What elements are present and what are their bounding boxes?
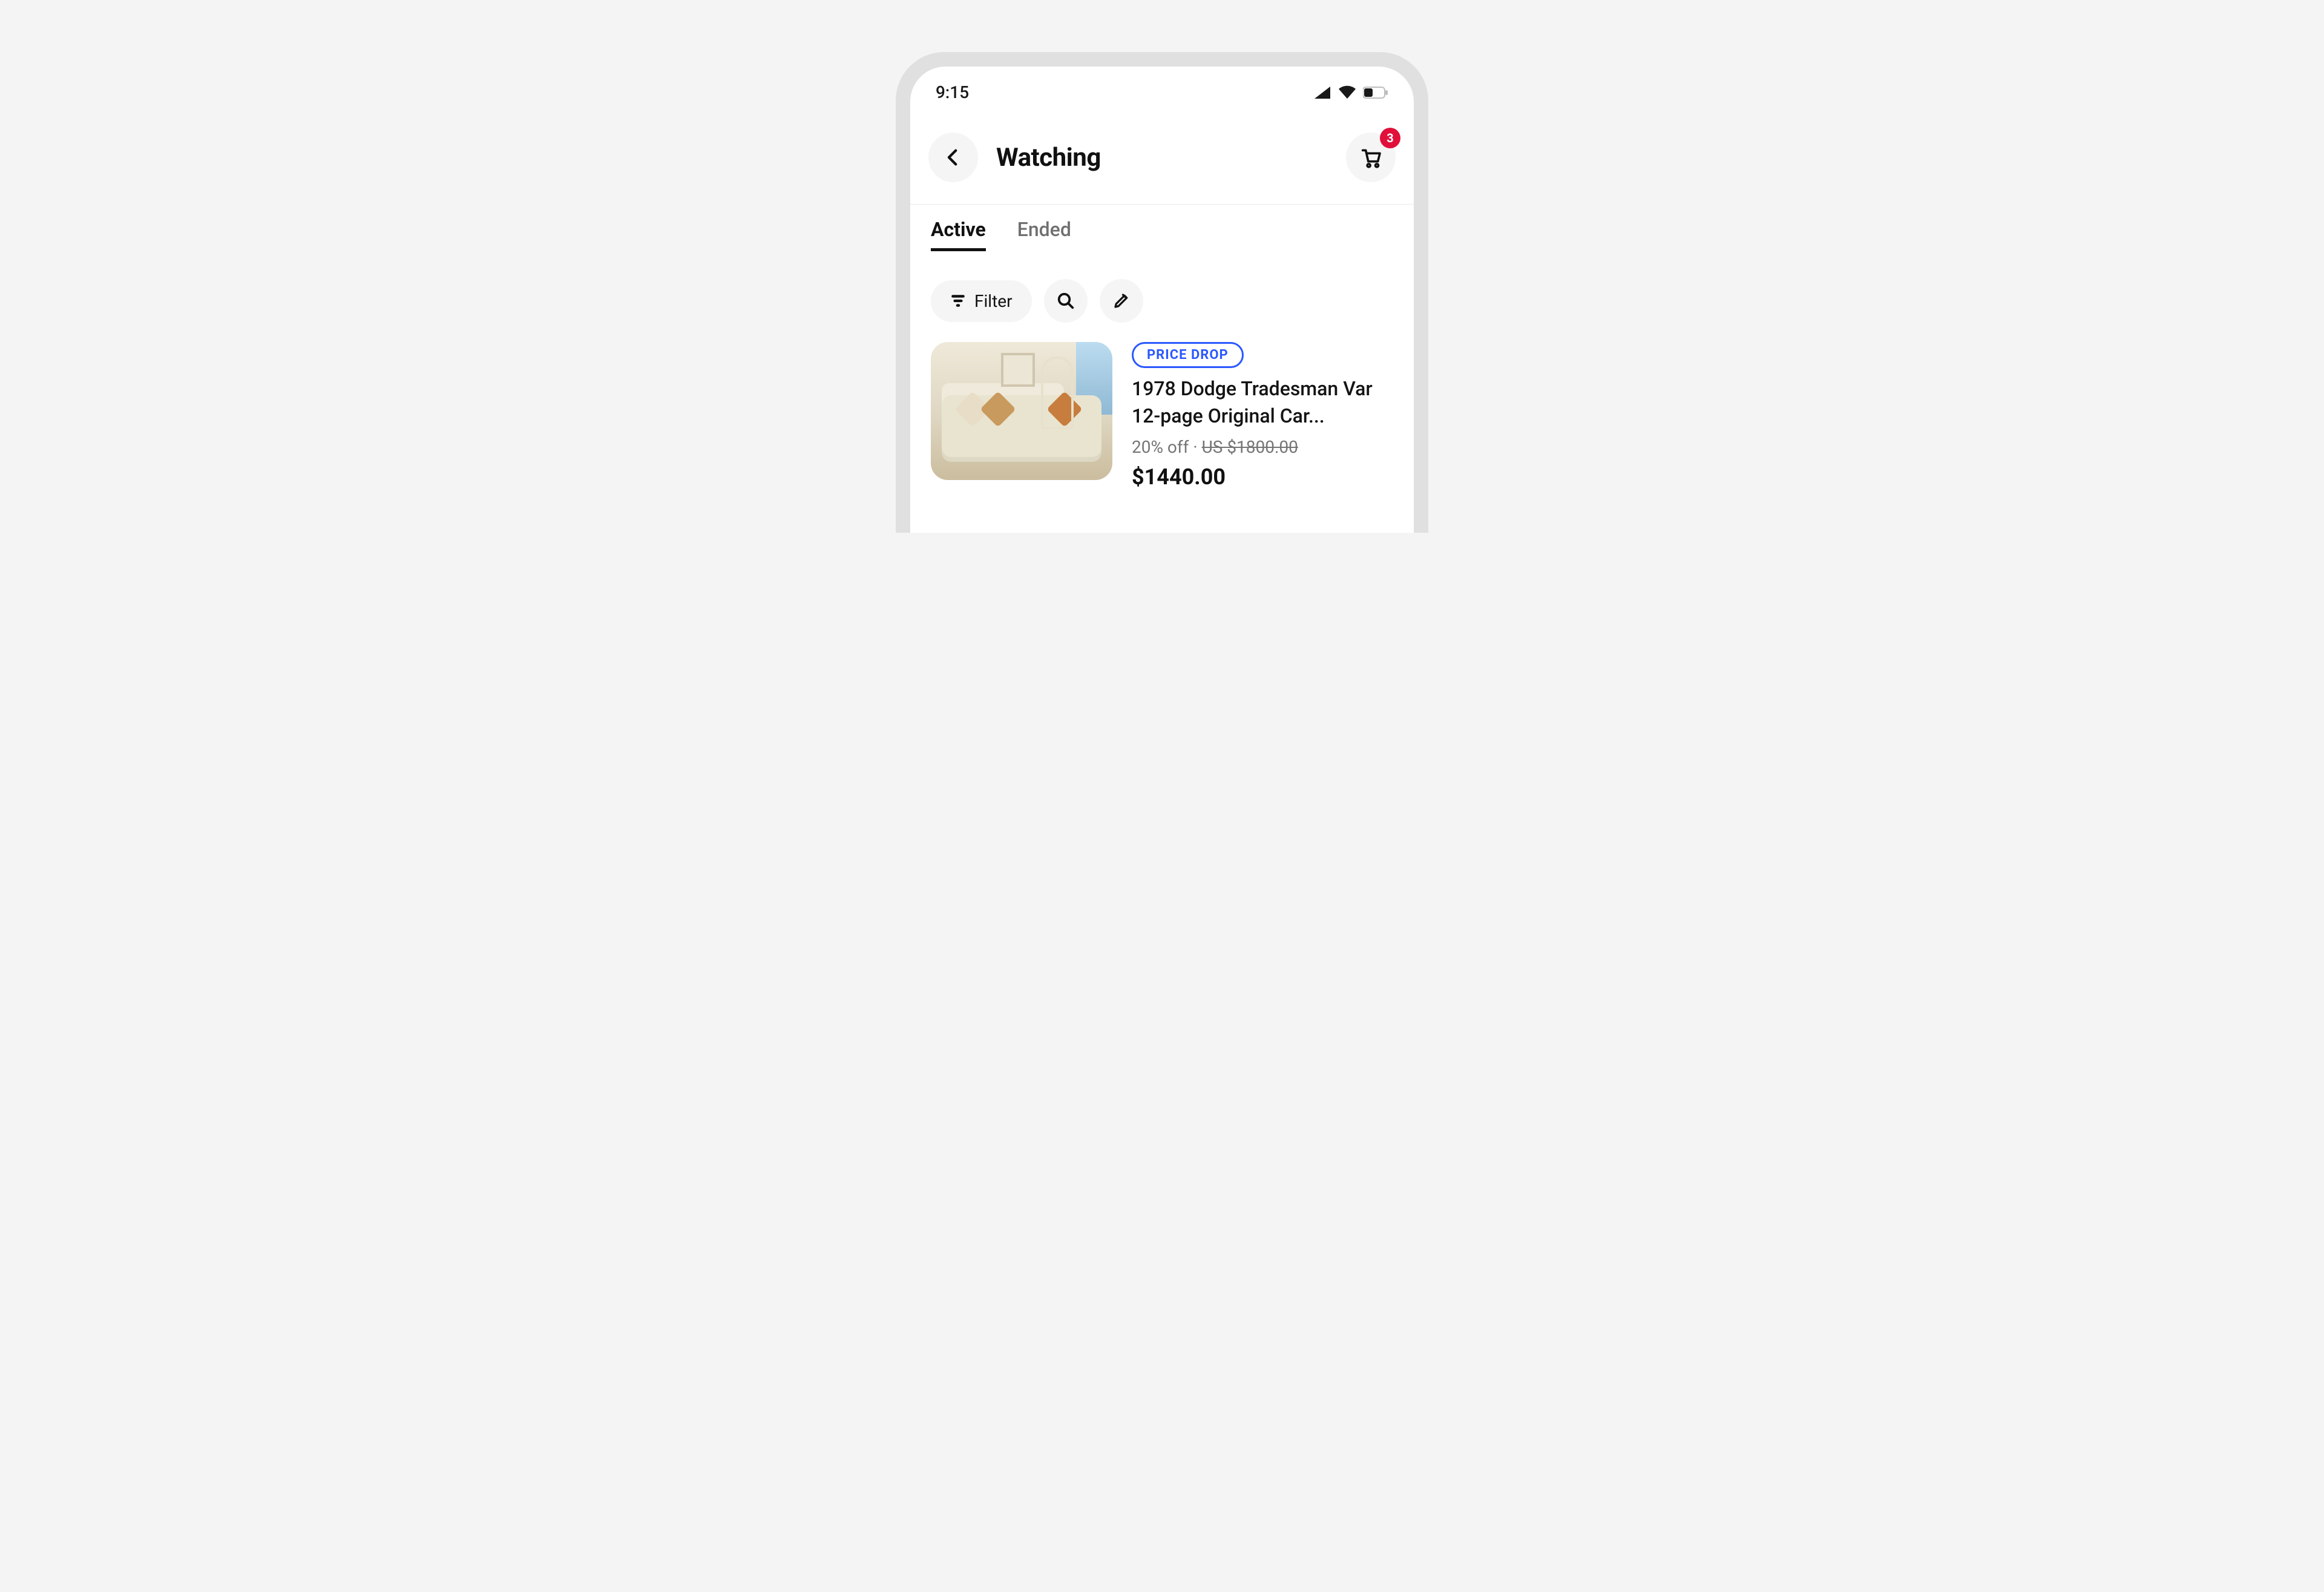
wifi-icon [1338, 85, 1357, 100]
battery-icon [1363, 86, 1388, 99]
cart-button[interactable]: 3 [1346, 133, 1396, 182]
page-title: Watching [996, 143, 1101, 173]
watchlist-item[interactable]: PRICE DROP 1978 Dodge Tradesman Var 12-p… [910, 342, 1414, 490]
tab-active[interactable]: Active [931, 218, 986, 251]
tab-ended[interactable]: Ended [1017, 218, 1071, 251]
cellular-icon [1313, 85, 1331, 100]
filter-icon [950, 294, 966, 308]
filter-button[interactable]: Filter [931, 280, 1032, 322]
app-bar: Watching 3 [910, 107, 1414, 204]
cart-badge: 3 [1380, 128, 1400, 148]
chevron-left-icon [943, 147, 963, 168]
item-price: $1440.00 [1132, 464, 1393, 490]
item-title: 1978 Dodge Tradesman Var 12-page Origina… [1132, 375, 1393, 430]
status-time: 9:15 [936, 82, 969, 102]
item-subline: 20% off · US $1800.00 [1132, 437, 1393, 457]
search-icon [1057, 292, 1075, 310]
item-info: PRICE DROP 1978 Dodge Tradesman Var 12-p… [1132, 342, 1393, 490]
screen: 9:15 Watching 3 [910, 67, 1414, 533]
item-thumbnail [931, 342, 1112, 480]
filter-label: Filter [974, 291, 1013, 311]
pencil-icon [1112, 292, 1131, 310]
status-icons [1313, 85, 1388, 100]
action-row: Filter [910, 251, 1414, 342]
discount-text: 20% off [1132, 437, 1189, 457]
cart-icon [1359, 145, 1383, 169]
device-frame: 9:15 Watching 3 [896, 52, 1428, 533]
tabs: Active Ended [910, 205, 1414, 251]
status-bar: 9:15 [910, 67, 1414, 107]
edit-button[interactable] [1100, 279, 1143, 323]
back-button[interactable] [928, 133, 978, 182]
price-drop-badge: PRICE DROP [1132, 342, 1244, 368]
search-button[interactable] [1044, 279, 1088, 323]
original-price: US $1800.00 [1202, 437, 1298, 457]
